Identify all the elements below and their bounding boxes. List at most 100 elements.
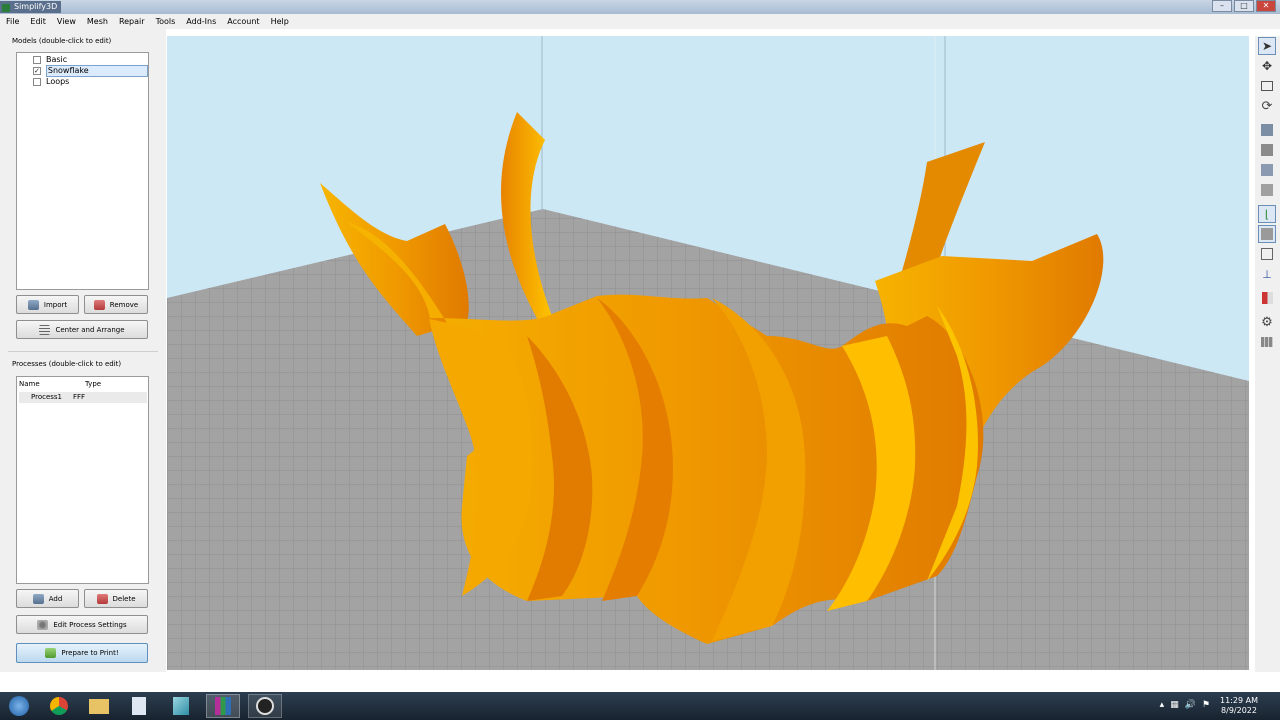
model-name: Basic — [46, 54, 68, 64]
gear-icon: ⚙ — [1261, 314, 1273, 330]
windows-start-icon — [9, 696, 29, 716]
clock-date: 8/9/2022 — [1221, 706, 1257, 715]
menu-tools[interactable]: Tools — [156, 17, 176, 26]
prepare-to-print-button[interactable]: Prepare to Print! — [16, 643, 148, 663]
file-explorer-icon — [89, 698, 109, 714]
close-button[interactable]: ✕ — [1256, 0, 1276, 12]
maximize-button[interactable]: □ — [1234, 0, 1254, 12]
obs-icon — [256, 697, 274, 715]
model-item-basic[interactable]: Basic — [33, 54, 148, 65]
axes-toggle[interactable]: ⌊ — [1258, 205, 1276, 223]
models-list[interactable]: Basic ✓ Snowflake Loops — [16, 52, 149, 290]
clock-time: 11:29 AM — [1220, 696, 1258, 705]
cube-icon — [1261, 228, 1273, 240]
taskbar-obs[interactable] — [248, 694, 282, 718]
arrange-icon — [39, 324, 51, 335]
cross-section-icon — [1261, 292, 1273, 304]
edit-process-settings-button[interactable]: Edit Process Settings — [16, 615, 148, 634]
axis-z-toggle[interactable]: ⊥ — [1258, 265, 1276, 283]
3d-viewport[interactable] — [167, 36, 1249, 670]
minimize-button[interactable]: – — [1212, 0, 1232, 12]
wireframe-icon — [1261, 248, 1273, 260]
taskbar-notepad[interactable] — [122, 694, 156, 718]
menu-add-ins[interactable]: Add-Ins — [186, 17, 216, 26]
network-icon[interactable]: ▦ — [1170, 700, 1179, 710]
remove-button[interactable]: Remove — [84, 295, 148, 314]
models-label: Models (double-click to edit) — [12, 37, 112, 45]
menu-mesh[interactable]: Mesh — [87, 17, 108, 26]
process-name: Process1 — [31, 393, 63, 401]
remove-label: Remove — [109, 300, 139, 309]
processes-label: Processes (double-click to edit) — [12, 360, 122, 368]
view-iso-icon — [1261, 124, 1273, 136]
multi-view-icon — [1261, 337, 1273, 347]
process-row[interactable]: Process1 FFF — [19, 392, 147, 403]
view-top-button[interactable] — [1258, 161, 1276, 179]
move-tool[interactable]: ✥ — [1258, 57, 1276, 75]
view-front-button[interactable] — [1258, 141, 1276, 159]
menu-bar: File Edit View Mesh Repair Tools Add-Ins… — [0, 14, 1280, 29]
edit-process-label: Edit Process Settings — [53, 620, 127, 629]
import-label: Import — [43, 300, 68, 309]
center-arrange-button[interactable]: Center and Arrange — [16, 320, 148, 339]
taskbar-pen-app[interactable] — [164, 694, 198, 718]
axis-z-icon: ⊥ — [1262, 267, 1272, 281]
menu-repair[interactable]: Repair — [119, 17, 145, 26]
taskbar: ▴ ▦ 🔊 ⚑ 11:29 AM 8/9/2022 — [0, 692, 1280, 720]
scale-tool[interactable] — [1258, 77, 1276, 95]
volume-icon[interactable]: 🔊 — [1185, 700, 1196, 710]
add-process-button[interactable]: Add — [16, 589, 79, 608]
view-iso-button[interactable] — [1258, 121, 1276, 139]
model-item-snowflake[interactable]: ✓ Snowflake — [33, 64, 148, 77]
model-checkbox[interactable] — [33, 55, 41, 64]
wireframe-toggle[interactable] — [1258, 245, 1276, 263]
menu-account[interactable]: Account — [227, 17, 259, 26]
model-checkbox[interactable] — [33, 77, 41, 86]
import-button[interactable]: Import — [16, 295, 79, 314]
tray-expand-icon[interactable]: ▴ — [1160, 700, 1165, 710]
menu-file[interactable]: File — [6, 17, 19, 26]
col-type-header[interactable]: Type — [85, 380, 101, 388]
start-button[interactable] — [2, 694, 36, 718]
remove-icon — [93, 299, 105, 310]
multi-view-button[interactable] — [1258, 333, 1276, 351]
cross-section-button[interactable] — [1258, 289, 1276, 307]
menu-edit[interactable]: Edit — [30, 17, 46, 26]
window-title: Simplify3D — [0, 1, 62, 13]
process-type: FFF — [73, 393, 86, 401]
menu-help[interactable]: Help — [271, 17, 289, 26]
delete-label: Delete — [112, 594, 136, 603]
menu-view[interactable]: View — [57, 17, 76, 26]
model-name: Loops — [46, 76, 70, 86]
chrome-icon — [50, 697, 68, 715]
simplify3d-taskbar-icon — [215, 697, 231, 715]
model-name: Snowflake — [45, 64, 148, 77]
model-item-loops[interactable]: Loops — [33, 76, 148, 87]
prepare-label: Prepare to Print! — [61, 649, 119, 657]
clock[interactable]: 11:29 AM 8/9/2022 — [1220, 696, 1258, 716]
app-icon — [2, 4, 10, 12]
model-checkbox[interactable]: ✓ — [33, 66, 41, 75]
scale-icon — [1261, 81, 1273, 91]
import-icon — [27, 299, 39, 310]
pen-app-icon — [173, 697, 189, 715]
view-side-button[interactable] — [1258, 181, 1276, 199]
add-icon — [32, 593, 44, 604]
taskbar-simplify3d[interactable] — [206, 694, 240, 718]
settings-button[interactable]: ⚙ — [1258, 313, 1276, 331]
cube-toggle[interactable] — [1258, 225, 1276, 243]
taskbar-explorer[interactable] — [82, 694, 116, 718]
view-side-icon — [1261, 184, 1273, 196]
add-label: Add — [48, 594, 63, 603]
col-name-header[interactable]: Name — [19, 380, 85, 388]
right-toolbar: ➤ ✥ ⟳ ⌊ ⊥ ⚙ — [1255, 36, 1280, 672]
rotate-tool[interactable]: ⟳ — [1258, 97, 1276, 115]
processes-list[interactable]: Name Type Process1 FFF — [16, 376, 149, 584]
title-bar: Simplify3D – □ ✕ — [0, 0, 1280, 14]
settings-icon — [37, 619, 49, 630]
select-tool[interactable]: ➤ — [1258, 37, 1276, 55]
view-top-icon — [1261, 164, 1273, 176]
taskbar-chrome[interactable] — [42, 694, 76, 718]
delete-process-button[interactable]: Delete — [84, 589, 148, 608]
flag-icon[interactable]: ⚑ — [1202, 700, 1210, 710]
